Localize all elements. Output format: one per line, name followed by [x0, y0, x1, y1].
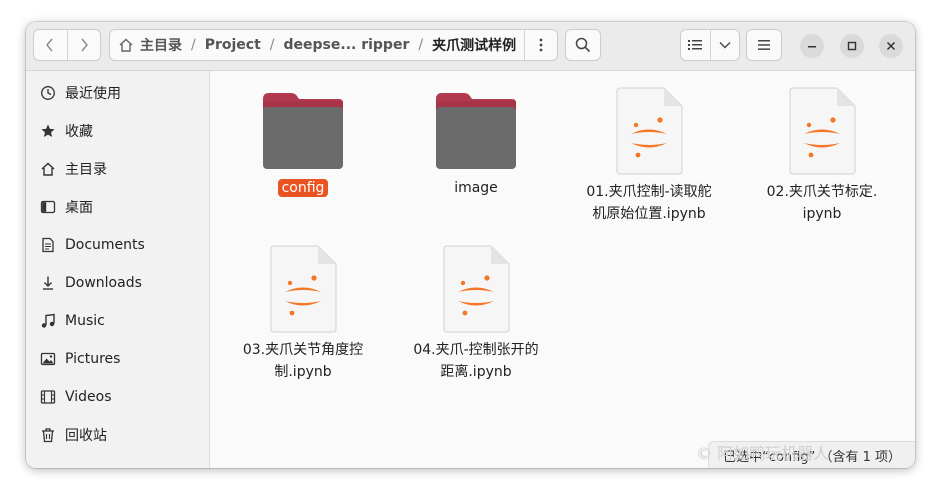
maximize-icon — [847, 41, 857, 51]
minimize-button[interactable] — [800, 34, 824, 58]
forward-button[interactable] — [66, 30, 101, 60]
sidebar-item-label: 回收站 — [65, 428, 107, 444]
jupyter-notebook-icon — [616, 87, 683, 175]
sidebar-item-label: Downloads — [65, 275, 142, 291]
sidebar-item-label: Videos — [65, 389, 112, 405]
file-item-notebook-03[interactable]: 03.夹爪关节角度控 制.ipynb — [228, 245, 378, 385]
sidebar-item-starred[interactable]: 收藏 — [26, 113, 209, 149]
sidebar-item-label: Documents — [65, 237, 145, 253]
path-bar: 主目录 / Project / deepse... ripper / 夹爪测试样… — [109, 29, 558, 61]
minimize-icon — [808, 46, 816, 48]
sidebar-item-downloads[interactable]: Downloads — [26, 265, 209, 301]
music-icon — [39, 312, 57, 330]
close-icon — [886, 41, 896, 51]
sidebar-item-label: 主目录 — [65, 162, 107, 178]
search-button[interactable] — [565, 29, 601, 61]
file-label-line1: 02.夹爪关节标定. — [766, 184, 878, 200]
home-icon — [39, 160, 57, 178]
watermark: © 阿如鸭玩机器人 — [696, 444, 830, 463]
list-view-button[interactable] — [681, 30, 710, 60]
vertical-dots-icon — [539, 38, 543, 52]
sidebar-item-recent[interactable]: 最近使用 — [26, 75, 209, 111]
chevron-right-icon — [81, 38, 88, 52]
sidebar-item-label: Music — [65, 313, 105, 329]
sidebar-item-documents[interactable]: Documents — [26, 227, 209, 263]
view-options-button[interactable] — [709, 30, 740, 60]
folder-icon — [436, 93, 516, 169]
list-view-icon — [688, 40, 703, 50]
breadcrumb-separator: / — [191, 37, 196, 53]
clock-icon — [39, 84, 57, 102]
video-icon — [39, 388, 57, 406]
breadcrumb-ripper[interactable]: deepse... ripper — [284, 37, 410, 53]
sidebar-item-pictures[interactable]: Pictures — [26, 341, 209, 377]
sidebar-item-music[interactable]: Music — [26, 303, 209, 339]
home-icon — [118, 37, 134, 53]
close-button[interactable] — [879, 34, 903, 58]
file-item-notebook-02[interactable]: 02.夹爪关节标定. ipynb — [747, 87, 897, 227]
chevron-down-icon — [719, 42, 731, 49]
maximize-button[interactable] — [840, 34, 864, 58]
file-label-line1: 03.夹爪关节角度控 — [242, 342, 364, 358]
breadcrumb-project[interactable]: Project — [205, 37, 261, 53]
headerbar: 主目录 / Project / deepse... ripper / 夹爪测试样… — [26, 22, 915, 71]
jupyter-notebook-icon — [270, 245, 337, 333]
jupyter-notebook-icon — [443, 245, 510, 333]
breadcrumb-separator: / — [269, 37, 275, 53]
sidebar-item-desktop[interactable]: 桌面 — [26, 189, 209, 225]
file-label: image — [454, 180, 498, 196]
file-item-notebook-01[interactable]: 01.夹爪控制-读取舵 机原始位置.ipynb — [574, 87, 724, 227]
picture-icon — [39, 350, 57, 368]
navigation-buttons — [33, 29, 101, 61]
folder-icon — [263, 93, 343, 169]
file-label-line1: 04.夹爪-控制张开的 — [413, 342, 539, 358]
file-label-line2: 制.ipynb — [274, 364, 332, 380]
download-icon — [39, 274, 57, 292]
chevron-left-icon — [46, 38, 53, 52]
sidebar-item-label: Pictures — [65, 351, 121, 367]
sidebar-item-label: 收藏 — [65, 124, 93, 140]
document-icon — [39, 236, 57, 254]
breadcrumb-current[interactable]: 夹爪测试样例 — [432, 35, 516, 55]
file-grid: config image 01.夹爪控制-读取舵 机原始位置.ipynb 02.… — [210, 71, 915, 468]
folder-item-image[interactable]: image — [401, 91, 551, 201]
file-label-line2: 机原始位置.ipynb — [592, 206, 706, 222]
file-label-line2: 距离.ipynb — [440, 364, 512, 380]
hamburger-menu-icon — [758, 40, 770, 50]
search-icon — [575, 37, 591, 53]
file-item-notebook-04[interactable]: 04.夹爪-控制张开的 距离.ipynb — [401, 245, 551, 385]
sidebar-item-label: 桌面 — [65, 200, 93, 216]
desktop-icon — [39, 198, 57, 216]
sidebar: 最近使用 收藏 主目录 桌面 Documents Downloads Music — [26, 71, 210, 468]
breadcrumb-separator: / — [418, 37, 424, 53]
star-icon — [39, 122, 57, 140]
back-button[interactable] — [34, 30, 67, 60]
main-menu-button[interactable] — [746, 29, 782, 61]
sidebar-item-label: 最近使用 — [65, 86, 121, 102]
folder-item-config[interactable]: config — [228, 91, 378, 201]
sidebar-item-home[interactable]: 主目录 — [26, 151, 209, 187]
trash-icon — [39, 426, 57, 444]
view-toggle-group — [680, 29, 740, 61]
breadcrumb-home[interactable]: 主目录 — [140, 35, 182, 55]
file-manager-window: 主目录 / Project / deepse... ripper / 夹爪测试样… — [26, 22, 915, 468]
sidebar-item-trash[interactable]: 回收站 — [26, 417, 209, 453]
path-menu-button[interactable] — [524, 30, 557, 60]
file-label: config — [277, 179, 329, 197]
jupyter-notebook-icon — [789, 87, 856, 175]
file-label-line1: 01.夹爪控制-读取舵 — [586, 184, 712, 200]
file-label-line2: ipynb — [802, 206, 842, 222]
sidebar-item-videos[interactable]: Videos — [26, 379, 209, 415]
